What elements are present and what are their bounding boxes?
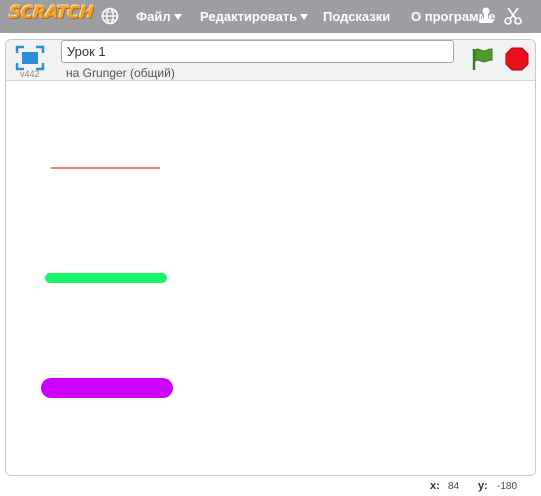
version-label: v442: [20, 69, 40, 79]
green-flag-icon[interactable]: [470, 47, 494, 71]
x-coord-label: x:: [430, 480, 440, 492]
menu-file[interactable]: Файл: [136, 9, 182, 24]
project-title-input[interactable]: [61, 40, 454, 63]
stage-canvas[interactable]: [6, 80, 535, 475]
scratch-logo[interactable]: SCRATCH: [8, 3, 94, 27]
fullscreen-icon[interactable]: [15, 45, 45, 71]
copy-stamp-icon[interactable]: [476, 6, 496, 26]
chevron-down-icon: [173, 13, 182, 20]
menu-edit-label: Редактировать: [200, 9, 298, 24]
menu-tips[interactable]: Подсказки: [323, 9, 390, 24]
stop-sign-icon[interactable]: [505, 47, 529, 71]
project-owner: на Grunger (общий): [66, 66, 175, 80]
cut-scissors-icon[interactable]: [503, 6, 523, 26]
menu-tips-label: Подсказки: [323, 9, 391, 24]
menu-edit[interactable]: Редактировать: [200, 9, 309, 24]
x-coord-value: 84: [448, 481, 460, 492]
menu-bar: SCRATCH Файл Редактировать Подсказки О п…: [0, 0, 541, 33]
coordinates-bar: x: 84 y: -180: [0, 476, 541, 496]
chevron-down-icon: [300, 13, 309, 20]
stage-header: v442 на Grunger (общий): [6, 40, 535, 80]
y-coord-value: -180: [497, 481, 518, 492]
stage-drawing: [41, 167, 173, 398]
menu-file-label: Файл: [136, 9, 171, 24]
stage-panel: v442 на Grunger (общий): [5, 39, 536, 476]
globe-icon[interactable]: [101, 7, 119, 25]
y-coord-label: y:: [478, 480, 488, 492]
